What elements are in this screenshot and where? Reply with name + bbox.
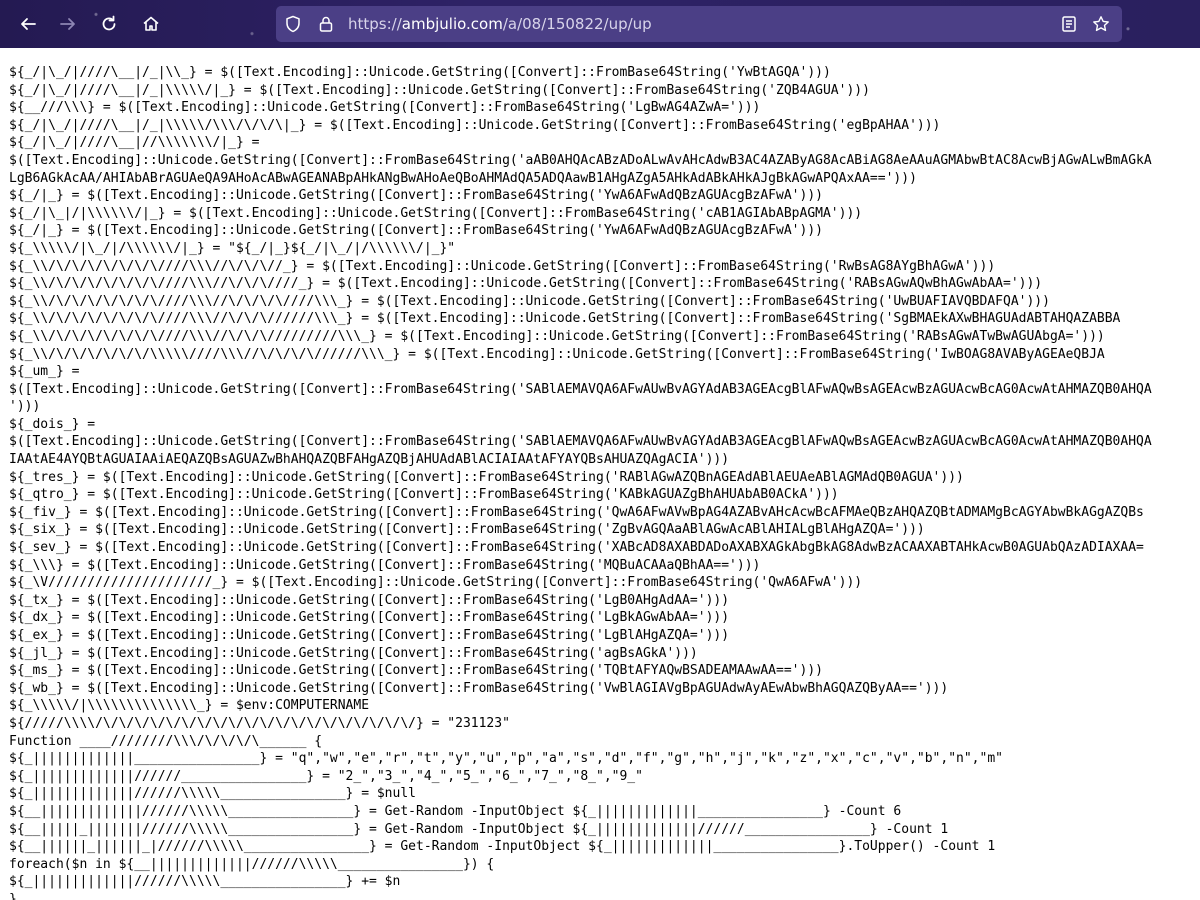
code-line: ${_\\/\/\/\/\/\/\/\////\\\//\/\/\//////\…	[9, 311, 1121, 327]
code-line: ${/////\\\\/\/\/\/\/\/\/\/\/\/\/\/\/\/\/…	[9, 715, 510, 731]
reload-button[interactable]	[93, 8, 125, 40]
code-line: ')))	[9, 399, 41, 415]
code-line: ${_\\/\/\/\/\/\/\/\////\\\//\/\/\//_} = …	[9, 258, 996, 274]
code-line: ${_um_} =	[9, 364, 80, 380]
code-line: ${_|||||||||||||________________} = "q",…	[9, 751, 1003, 767]
code-line: foreach($n in ${__|||||||||||||//////\\\…	[9, 856, 495, 872]
code-line: ${__|||||||||||||//////\\\\\____________…	[9, 803, 902, 819]
home-icon	[143, 16, 159, 31]
code-line: ${_\V/////////////////////_} = $([Text.E…	[9, 575, 863, 591]
code-line: ${_\\/\/\/\/\/\/\/\////\\\//\/\/\///////…	[9, 328, 1105, 344]
code-line: IAAtAE4AYQBtAGUAIAAiAEQAZQBsAGUAZwBhAHQA…	[9, 452, 730, 468]
code-line: ${_/|\_/|////\__|/_|\\_} = $([Text.Encod…	[9, 65, 831, 80]
home-button[interactable]	[135, 8, 167, 40]
code-line: ${_/|\_/|////\__|/_|\\\\\/|_} = $([Text.…	[9, 82, 870, 98]
code-line: ${_\\\} = $([Text.Encoding]::Unicode.Get…	[9, 557, 761, 573]
url-text[interactable]: https://ambjulio.com/a/08/150822/up/up	[348, 6, 652, 42]
arrow-right-icon	[60, 18, 75, 30]
code-line: ${_\\\\\/|\_/|/\\\\\\/|_} = "${_/|_}${_/…	[9, 240, 456, 256]
code-line: ${_tx_} = $([Text.Encoding]::Unicode.Get…	[9, 592, 730, 608]
star-icon[interactable]	[1092, 15, 1110, 33]
code-line: ${_\\/\/\/\/\/\/\/\////\\\//\/\/\/\////\…	[9, 293, 1050, 309]
code-line: ${_dx_} = $([Text.Encoding]::Unicode.Get…	[9, 610, 730, 626]
code-line: LgB6AGkAcAA/AHIAbABrAGUAeQA9AHoAcABwAGEA…	[9, 170, 917, 186]
code-line: ${_|||||||||||||//////\\\\\_____________…	[9, 874, 401, 890]
arrow-left-icon	[21, 18, 36, 30]
code-line: ${_ex_} = $([Text.Encoding]::Unicode.Get…	[9, 628, 730, 643]
url-scheme: https://	[348, 15, 402, 33]
code-line: ${_wb_} = $([Text.Encoding]::Unicode.Get…	[9, 680, 949, 696]
code-line: ${__|||||_|||||||//////\\\\\____________…	[9, 821, 949, 837]
code-line: ${_/|\_|/|\\\\\\/|_} = $([Text.Encoding]…	[9, 205, 863, 221]
code-line: ${__||||||_||||||_|//////\\\\\__________…	[9, 839, 996, 855]
page-content: ${_/|\_/|////\__|/_|\\_} = $([Text.Encod…	[0, 48, 1200, 900]
code-line: ${_jl_} = $([Text.Encoding]::Unicode.Get…	[9, 645, 698, 661]
shield-icon[interactable]	[284, 15, 302, 33]
code-line: $([Text.Encoding]::Unicode.GetString([Co…	[9, 434, 1152, 450]
forward-button[interactable]	[52, 8, 84, 40]
code-line: ${_\\/\/\/\/\/\/\/\\\\\////\\\//\/\/\/\/…	[9, 346, 1105, 362]
code-line: ${_\\/\/\/\/\/\/\/\////\\\//\/\/\////_} …	[9, 276, 1043, 292]
back-button[interactable]	[12, 8, 44, 40]
code-line: ${_/|\_/|////\__|//\\\\\\\/|_} =	[9, 135, 260, 151]
code-line: ${_dois_} =	[9, 416, 96, 432]
code-line: ${_ms_} = $([Text.Encoding]::Unicode.Get…	[9, 663, 823, 679]
code-line: ${_|||||||||||||//////________________} …	[9, 768, 643, 784]
code-line: ${_sev_} = $([Text.Encoding]::Unicode.Ge…	[9, 540, 1144, 556]
code-line: ${_/|_} = $([Text.Encoding]::Unicode.Get…	[9, 188, 823, 204]
code-line: }	[9, 891, 17, 900]
code-line: ${_\\\\\/|\\\\\\\\\\\\\\_} = $env:COMPUT…	[9, 698, 370, 714]
url-host: ambjulio.com	[401, 15, 503, 33]
code-line: $([Text.Encoding]::Unicode.GetString([Co…	[9, 381, 1152, 397]
reload-icon	[102, 15, 116, 31]
code-line: ${_qtro_} = $([Text.Encoding]::Unicode.G…	[9, 487, 839, 503]
code-line: ${_/|_} = $([Text.Encoding]::Unicode.Get…	[9, 223, 823, 239]
code-line: ${__///\\\} = $([Text.Encoding]::Unicode…	[9, 100, 761, 116]
browser-toolbar: https://ambjulio.com/a/08/150822/up/up	[0, 0, 1200, 48]
code-line: ${_six_} = $([Text.Encoding]::Unicode.Ge…	[9, 522, 925, 538]
code-line: ${_fiv_} = $([Text.Encoding]::Unicode.Ge…	[9, 504, 1144, 520]
code-line: ${_tres_} = $([Text.Encoding]::Unicode.G…	[9, 469, 964, 485]
code-line: ${_/|\_/|////\__|/_|\\\\\/\\\/\/\/\|_} =…	[9, 117, 941, 133]
reader-view-icon[interactable]	[1060, 15, 1078, 33]
code-line: Function ____////////\\\/\/\/\/\______ {	[9, 733, 323, 749]
code-line: ${_|||||||||||||//////\\\\\_____________…	[9, 786, 416, 802]
powershell-script-text: ${_/|\_/|////\__|/_|\\_} = $([Text.Encod…	[9, 64, 1152, 900]
lock-icon[interactable]	[317, 15, 335, 33]
url-bar[interactable]: https://ambjulio.com/a/08/150822/up/up	[276, 6, 1122, 42]
code-line: $([Text.Encoding]::Unicode.GetString([Co…	[9, 152, 1152, 168]
url-path: /a/08/150822/up/up	[502, 15, 652, 33]
